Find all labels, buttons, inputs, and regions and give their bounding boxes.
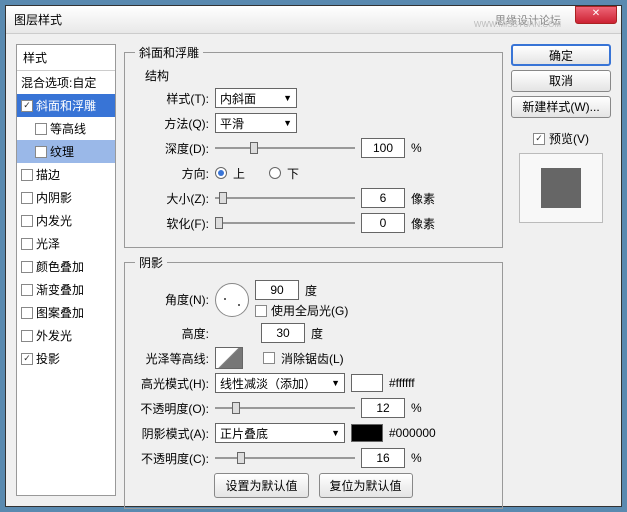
style-item-2[interactable]: 纹理 [17,140,115,163]
shadow-mode-combo[interactable]: 正片叠底 [215,423,345,443]
method-combo[interactable]: 平滑 [215,113,297,133]
cancel-button[interactable]: 取消 [511,70,611,92]
settings-panel: 斜面和浮雕 结构 样式(T): 内斜面 方法(Q): 平滑 深度(D): 100… [124,44,503,496]
style-item-8[interactable]: 渐变叠加 [17,278,115,301]
shadow-opacity-input[interactable]: 16 [361,448,405,468]
soften-input[interactable]: 0 [361,213,405,233]
style-checkbox[interactable] [21,192,33,204]
antialias-checkbox[interactable] [263,352,275,364]
highlight-opacity-label: 不透明度(O): [135,400,209,417]
angle-widget[interactable] [215,283,249,317]
angle-input[interactable]: 90 [255,280,299,300]
list-header: 样式 [17,45,115,71]
soften-slider[interactable] [215,216,355,230]
shadow-opacity-slider[interactable] [215,451,355,465]
style-item-9[interactable]: 图案叠加 [17,301,115,324]
shadow-opacity-label: 不透明度(C): [135,450,209,467]
shading-group: 阴影 角度(N): 90 度 使用全局光(G) 高度: 30 度 光泽等高线: [124,254,503,509]
style-item-10[interactable]: 外发光 [17,324,115,347]
altitude-label: 高度: [135,325,209,342]
shadow-hex: #000000 [389,426,436,440]
highlight-opacity-slider[interactable] [215,401,355,415]
depth-input[interactable]: 100 [361,138,405,158]
altitude-input[interactable]: 30 [261,323,305,343]
depth-label: 深度(D): [135,140,209,157]
style-item-5[interactable]: 内发光 [17,209,115,232]
style-checkbox[interactable] [21,261,33,273]
style-item-0[interactable]: ✓斜面和浮雕 [17,94,115,117]
style-checkbox[interactable] [21,330,33,342]
watermark-url: WWW.MISSYUAN.COM [474,20,561,29]
group-title: 斜面和浮雕 [135,44,203,61]
gloss-label: 光泽等高线: [135,350,209,367]
angle-label: 角度(N): [135,291,209,308]
style-checkbox[interactable]: ✓ [21,100,33,112]
window-title: 图层样式 [14,11,62,28]
highlight-mode-combo[interactable]: 线性减淡（添加） [215,373,345,393]
style-checkbox[interactable] [21,215,33,227]
dir-down-radio[interactable] [269,167,281,179]
style-checkbox[interactable] [35,146,47,158]
size-label: 大小(Z): [135,190,209,207]
preview-swatch [541,168,581,208]
highlight-hex: #ffffff [389,376,415,390]
style-checkbox[interactable] [21,284,33,296]
style-checkbox[interactable] [21,238,33,250]
bevel-group: 斜面和浮雕 结构 样式(T): 内斜面 方法(Q): 平滑 深度(D): 100… [124,44,503,248]
right-panel: 确定 取消 新建样式(W)... ✓ 预览(V) [511,44,611,496]
shadow-mode-label: 阴影模式(A): [135,425,209,442]
soften-label: 软化(F): [135,215,209,232]
layer-style-dialog: 图层样式 思缘设计论坛 WWW.MISSYUAN.COM ✕ 样式 混合选项:自… [5,5,622,507]
preview-checkbox[interactable]: ✓ [533,133,545,145]
style-checkbox[interactable]: ✓ [21,353,33,365]
shading-title: 阴影 [135,254,167,271]
make-default-button[interactable]: 设置为默认值 [214,473,308,498]
highlight-mode-label: 高光模式(H): [135,375,209,392]
ok-button[interactable]: 确定 [511,44,611,66]
structure-label: 结构 [145,67,492,84]
preview-box [519,153,603,223]
highlight-opacity-input[interactable]: 12 [361,398,405,418]
style-item-11[interactable]: ✓投影 [17,347,115,370]
style-label: 样式(T): [135,90,209,107]
size-slider[interactable] [215,191,355,205]
depth-slider[interactable] [215,141,355,155]
dir-up-radio[interactable] [215,167,227,179]
method-label: 方法(Q): [135,115,209,132]
styles-list: 样式 混合选项:自定 ✓斜面和浮雕等高线纹理描边内阴影内发光光泽颜色叠加渐变叠加… [16,44,116,496]
size-input[interactable]: 6 [361,188,405,208]
close-button[interactable]: ✕ [575,6,617,24]
style-item-3[interactable]: 描边 [17,163,115,186]
style-item-6[interactable]: 光泽 [17,232,115,255]
highlight-color-swatch[interactable] [351,374,383,392]
global-light-checkbox[interactable] [255,305,267,317]
style-item-1[interactable]: 等高线 [17,117,115,140]
style-checkbox[interactable] [21,169,33,181]
style-checkbox[interactable] [21,307,33,319]
style-combo[interactable]: 内斜面 [215,88,297,108]
blend-options[interactable]: 混合选项:自定 [17,71,115,94]
style-item-4[interactable]: 内阴影 [17,186,115,209]
style-checkbox[interactable] [35,123,47,135]
style-item-7[interactable]: 颜色叠加 [17,255,115,278]
direction-label: 方向: [135,165,209,182]
gloss-contour[interactable] [215,347,243,369]
new-style-button[interactable]: 新建样式(W)... [511,96,611,118]
shadow-color-swatch[interactable] [351,424,383,442]
reset-default-button[interactable]: 复位为默认值 [319,473,413,498]
titlebar: 图层样式 思缘设计论坛 WWW.MISSYUAN.COM ✕ [6,6,621,34]
